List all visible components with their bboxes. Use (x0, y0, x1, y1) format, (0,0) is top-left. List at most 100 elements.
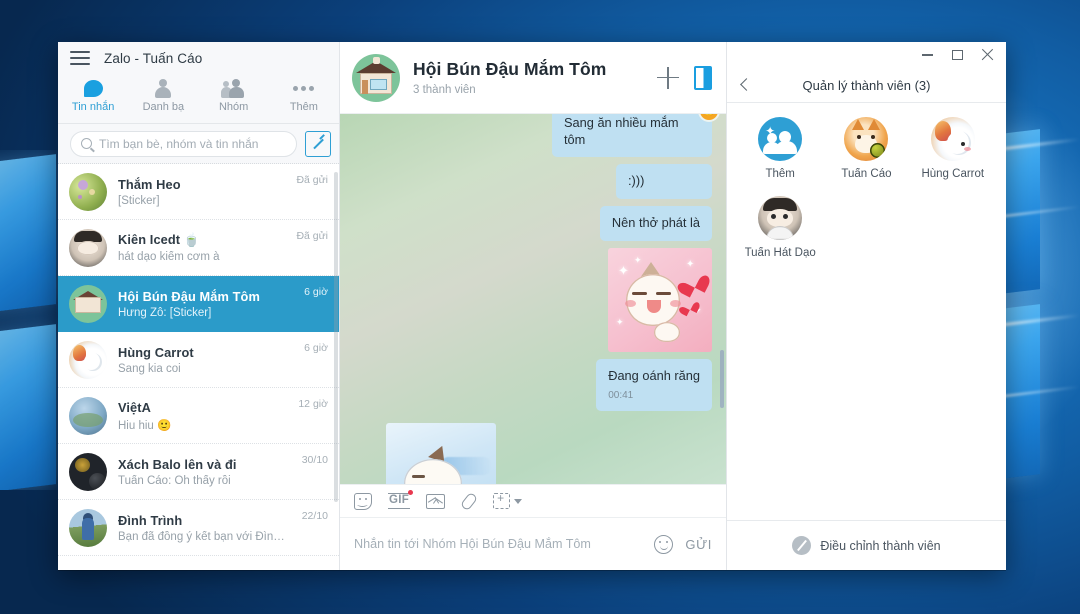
edit-pencil-icon (792, 536, 811, 555)
tab-contacts[interactable]: Danh bạ (128, 74, 198, 113)
search-icon (81, 138, 92, 149)
avatar (844, 117, 888, 161)
sleeping-cat-cloud-sticker[interactable] (386, 423, 496, 484)
search-input[interactable] (99, 137, 286, 151)
sidebar-topbar: Zalo - Tuấn Cáo (58, 42, 339, 74)
screenshot-crop-icon[interactable] (493, 493, 522, 509)
maximize-icon[interactable] (942, 42, 972, 68)
conversation-name: Hùng Carrot (118, 345, 293, 360)
chat-bubble-icon (84, 76, 103, 100)
tab-more-label: Thêm (290, 101, 318, 113)
conversation-preview: Sang kia coi (118, 363, 293, 375)
message-bubble[interactable]: Sang ăn nhiều mắm tôm 😆 (552, 114, 712, 157)
list-item-selected[interactable]: Hội Bún Đậu Mắm Tôm Hưng Zô: [Sticker] 6… (58, 276, 339, 332)
close-icon[interactable] (972, 42, 1002, 68)
conversation-name: ViệtA (118, 400, 287, 415)
reaction-badge[interactable]: 😆 (698, 114, 720, 122)
message-row: Nên thở phát là (352, 206, 712, 241)
avatar (69, 509, 107, 547)
member-panel: Quản lý thành viên (3) ✦ Thêm Tuấn Cáo (727, 42, 1006, 570)
search-row (58, 124, 339, 164)
add-member-tile[interactable]: ✦ Thêm (737, 117, 823, 180)
message-row (352, 423, 712, 484)
window-titlebar (727, 42, 1006, 68)
edit-members-button[interactable]: Điều chỉnh thành viên (727, 520, 1006, 570)
member-count: 3 thành viên (413, 84, 642, 96)
chat-area: Hội Bún Đậu Mắm Tôm 3 thành viên Sang ăn… (340, 42, 727, 570)
plus-icon[interactable] (655, 65, 681, 91)
chevron-down-icon[interactable] (514, 499, 522, 504)
member-name: Tuấn Cáo (841, 168, 891, 180)
message-bubble[interactable]: Nên thở phát là (600, 206, 712, 241)
hamburger-icon[interactable] (70, 51, 90, 65)
conversation-time: Đã gửi (296, 174, 328, 186)
message-text: Sang ăn nhiều mắm tôm (564, 115, 679, 147)
gif-icon[interactable]: GIF (388, 493, 410, 509)
conversation-preview: Hiu hiu 🙂 (118, 418, 287, 432)
member-name: Tuấn Hát Dạo (745, 247, 816, 259)
minimize-icon[interactable] (912, 42, 942, 68)
zalo-app-window: Zalo - Tuấn Cáo Tin nhắn Danh bạ Nhóm (58, 42, 1006, 570)
message-list: Sang ăn nhiều mắm tôm 😆 :))) Nên thở phá… (340, 114, 726, 484)
tab-messages[interactable]: Tin nhắn (58, 74, 128, 113)
side-panel-icon[interactable] (694, 66, 712, 90)
conversation-time: 30/10 (302, 454, 328, 466)
app-title: Zalo - Tuấn Cáo (104, 51, 202, 66)
edit-members-label: Điều chỉnh thành viên (820, 539, 940, 553)
notification-dot (408, 490, 413, 495)
sidebar-scrollbar[interactable] (334, 172, 338, 502)
message-text: :))) (628, 173, 644, 188)
member-tile[interactable]: Tuấn Hát Dạo (737, 196, 823, 259)
avatar (69, 285, 107, 323)
list-item[interactable]: Hùng Carrot Sang kia coi 6 giờ (58, 332, 339, 388)
message-time: 00:41 (608, 389, 700, 402)
chat-header: Hội Bún Đậu Mắm Tôm 3 thành viên (340, 42, 726, 114)
send-button[interactable]: GỬI (685, 537, 712, 552)
search-box[interactable] (70, 131, 297, 157)
gif-label: GIF (388, 493, 410, 509)
conversation-preview: Hưng Zô: [Sticker] (118, 307, 293, 319)
message-input[interactable] (354, 537, 642, 551)
chat-scrollbar[interactable] (720, 350, 724, 408)
panel-title: Quản lý thành viên (3) (727, 78, 1006, 93)
composer: GỬI (340, 518, 726, 570)
avatar (69, 341, 107, 379)
conversation-time: Đã gửi (296, 230, 328, 242)
message-bubble[interactable]: :))) (616, 164, 712, 199)
group-icon (221, 76, 247, 100)
chevron-left-icon[interactable] (739, 78, 753, 92)
tabbar: Tin nhắn Danh bạ Nhóm Thêm (58, 74, 339, 124)
compose-icon[interactable] (305, 131, 331, 157)
member-tile[interactable]: Hùng Carrot (910, 117, 996, 180)
tab-groups[interactable]: Nhóm (199, 74, 269, 113)
add-group-icon: ✦ (758, 117, 802, 161)
image-icon[interactable] (426, 494, 445, 509)
list-item[interactable]: Xách Balo lên và đi Tuấn Cáo: Oh thấy rồ… (58, 444, 339, 500)
list-item[interactable]: Đình Trình Bạn đã đồng ý kết bạn với Đìn… (58, 500, 339, 556)
avatar (758, 196, 802, 240)
member-tile[interactable]: Tuấn Cáo (823, 117, 909, 180)
group-avatar[interactable] (352, 54, 400, 102)
ellipsis-icon (293, 76, 314, 100)
member-grid: ✦ Thêm Tuấn Cáo Hùng Carrot (727, 103, 1006, 520)
list-item[interactable]: ViệtA Hiu hiu 🙂 12 giờ (58, 388, 339, 444)
list-item[interactable]: Thắm Heo [Sticker] Đã gửi (58, 164, 339, 220)
conversation-preview: Tuấn Cáo: Oh thấy rồi (118, 475, 291, 487)
message-bubble[interactable]: Đang oánh răng 00:41 (596, 359, 712, 412)
conversation-time: 6 giờ (304, 342, 328, 354)
person-icon (153, 76, 173, 100)
conversation-name: Xách Balo lên và đi (118, 457, 291, 472)
message-row: Đang oánh răng 00:41 (352, 359, 712, 412)
emoji-icon[interactable] (654, 535, 673, 554)
sticker-icon[interactable] (354, 493, 372, 510)
avatar (69, 229, 107, 267)
windows-logo-left (0, 150, 60, 490)
conversation-name: Thắm Heo (118, 177, 285, 192)
tab-messages-label: Tin nhắn (72, 101, 114, 113)
attachment-clip-icon[interactable] (461, 492, 477, 510)
tab-contacts-label: Danh bạ (143, 101, 185, 113)
list-item[interactable]: Kiên Icedt 🍵 hát dạo kiếm cơm à Đã gửi (58, 220, 339, 276)
tab-more[interactable]: Thêm (269, 74, 339, 113)
cat-hearts-sticker[interactable]: ✦ ✦ ✦ ✦ ✦ (608, 248, 712, 352)
message-row: Sang ăn nhiều mắm tôm 😆 (352, 114, 712, 157)
